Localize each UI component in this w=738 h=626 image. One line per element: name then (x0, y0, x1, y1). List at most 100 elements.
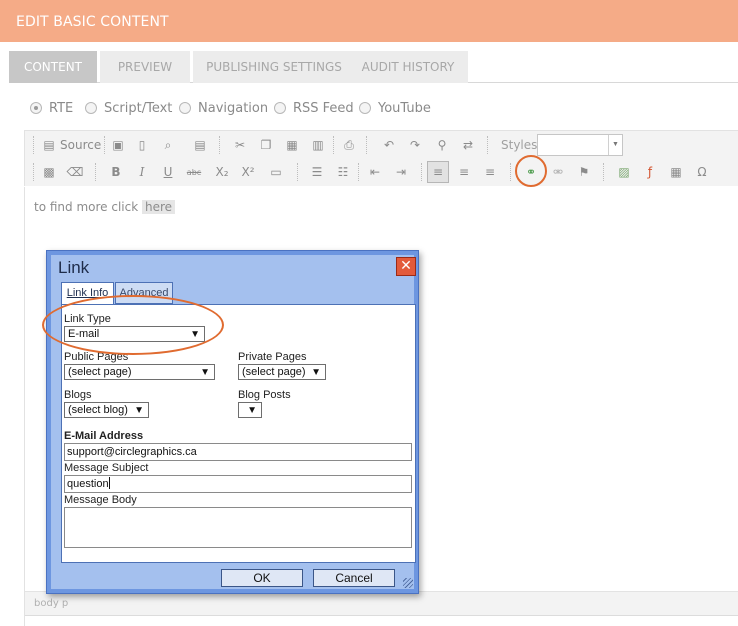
radio-label: Script/Text (104, 101, 173, 116)
remove-format-icon[interactable]: ⌫ (66, 163, 84, 181)
align-left-icon[interactable]: ≡ (429, 163, 447, 181)
toolbar-separator (333, 136, 334, 154)
undo-icon[interactable]: ↶ (380, 136, 398, 154)
radio-navigation[interactable]: Navigation (179, 100, 268, 118)
superscript-icon[interactable]: X² (239, 163, 257, 181)
element-path-bar: body p (25, 591, 738, 615)
subscript-icon[interactable]: X₂ (213, 163, 231, 181)
message-subject-value: question (67, 478, 109, 490)
toolbar-separator (33, 163, 34, 181)
redo-icon[interactable]: ↷ (406, 136, 424, 154)
radio-selected-icon (30, 102, 42, 114)
replace-icon[interactable]: ⇄ (459, 136, 477, 154)
align-center-icon[interactable]: ≡ (455, 163, 473, 181)
radio-youtube[interactable]: YouTube (359, 100, 431, 118)
underline-icon[interactable]: U (159, 163, 177, 181)
private-pages-select[interactable]: (select page) ▼ (238, 364, 326, 380)
source-button[interactable]: Source (60, 136, 101, 154)
bulleted-list-icon[interactable]: ☷ (334, 163, 352, 181)
align-right-icon[interactable]: ≡ (481, 163, 499, 181)
editor-toolbar: ▤ Source ▣ ▯ ⌕ ▤ ✂ ❐ ▦ ▥ ⎙ ↶ ↷ ⚲ ⇄ Style… (24, 130, 738, 186)
special-char-icon[interactable]: Ω (693, 163, 711, 181)
toolbar-separator (297, 163, 298, 181)
radio-label: Navigation (198, 101, 269, 116)
dialog-title[interactable]: Link (58, 258, 89, 278)
unlink-icon[interactable]: ⚮ (549, 163, 567, 181)
paste-icon[interactable]: ▦ (283, 136, 301, 154)
flash-icon[interactable]: ƒ (641, 163, 659, 181)
preview-icon[interactable]: ⌕ (159, 136, 177, 154)
chevron-down-icon: ▼ (200, 367, 210, 378)
cancel-button[interactable]: Cancel (313, 569, 395, 587)
chevron-down-icon: ▼ (247, 405, 257, 416)
indent-icon[interactable]: ⇥ (392, 163, 410, 181)
styles-dropdown[interactable]: ▼ (537, 134, 623, 156)
radio-label: RTE (49, 101, 74, 116)
tab-content[interactable]: CONTENT (9, 51, 97, 83)
toolbar-separator (366, 136, 367, 154)
anchor-icon[interactable]: ⚑ (575, 163, 593, 181)
radio-label: RSS Feed (293, 101, 354, 116)
toolbar-separator (510, 163, 511, 181)
radio-label: YouTube (378, 101, 431, 116)
divider (25, 615, 738, 616)
copy-icon[interactable]: ❐ (257, 136, 275, 154)
annotation-ellipse (42, 295, 224, 355)
paste-text-icon[interactable]: ▥ (309, 136, 327, 154)
blogs-label: Blogs (64, 389, 92, 401)
numbered-list-icon[interactable]: ☰ (308, 163, 326, 181)
message-subject-label: Message Subject (64, 462, 149, 474)
chevron-down-icon: ▼ (134, 405, 144, 416)
radio-icon (359, 102, 371, 114)
editor-text: to find more click (34, 200, 139, 214)
horizontal-rule-icon[interactable]: ▭ (267, 163, 285, 181)
tab-publishing-settings[interactable]: PUBLISHING SETTINGS (193, 51, 355, 83)
toolbar-separator (219, 136, 220, 154)
chevron-down-icon: ▼ (608, 135, 622, 155)
close-icon[interactable]: ✕ (396, 257, 416, 276)
chevron-down-icon: ▼ (311, 367, 321, 378)
new-page-icon[interactable]: ▯ (133, 136, 151, 154)
table-icon[interactable]: ▦ (667, 163, 685, 181)
tab-audit-history[interactable]: AUDIT HISTORY (348, 51, 468, 83)
image-icon[interactable]: ▨ (615, 163, 633, 181)
message-body-textarea[interactable] (64, 507, 412, 548)
editor-selected-link-text[interactable]: here (142, 200, 176, 214)
blogs-value: (select blog) (68, 404, 128, 416)
find-icon[interactable]: ⚲ (433, 136, 451, 154)
private-pages-label: Private Pages (238, 351, 307, 363)
radio-script-text[interactable]: Script/Text (85, 100, 172, 118)
blogs-select[interactable]: (select blog) ▼ (64, 402, 149, 418)
toolbar-separator (603, 163, 604, 181)
public-pages-value: (select page) (68, 366, 132, 378)
select-all-icon[interactable]: ▩ (40, 163, 58, 181)
email-address-label: E-Mail Address (64, 430, 144, 442)
radio-rss-feed[interactable]: RSS Feed (274, 100, 354, 118)
source-icon[interactable]: ▤ (40, 136, 58, 154)
radio-icon (85, 102, 97, 114)
cut-icon[interactable]: ✂ (231, 136, 249, 154)
italic-icon[interactable]: I (133, 163, 151, 181)
save-icon[interactable]: ▣ (109, 136, 127, 154)
toolbar-separator (95, 163, 96, 181)
editor-content[interactable]: to find more click here (34, 200, 176, 214)
blog-posts-select[interactable]: ▼ (238, 402, 262, 418)
bold-icon[interactable]: B (107, 163, 125, 181)
public-pages-select[interactable]: (select page) ▼ (64, 364, 215, 380)
text-caret (108, 477, 110, 489)
message-subject-input[interactable]: question (64, 475, 412, 493)
blog-posts-label: Blog Posts (238, 389, 291, 401)
private-pages-value: (select page) (242, 366, 306, 378)
tab-preview[interactable]: PREVIEW (100, 51, 190, 83)
outdent-icon[interactable]: ⇤ (366, 163, 384, 181)
templates-icon[interactable]: ▤ (191, 136, 209, 154)
ok-button[interactable]: OK (221, 569, 303, 587)
annotation-circle (515, 155, 547, 187)
resize-grip-icon[interactable] (403, 578, 413, 588)
toolbar-separator (33, 136, 34, 154)
strike-icon[interactable]: abc (185, 163, 203, 181)
email-address-input[interactable]: support@circlegraphics.ca (64, 443, 412, 461)
print-icon[interactable]: ⎙ (340, 136, 358, 154)
radio-rte[interactable]: RTE (30, 100, 73, 118)
radio-icon (274, 102, 286, 114)
